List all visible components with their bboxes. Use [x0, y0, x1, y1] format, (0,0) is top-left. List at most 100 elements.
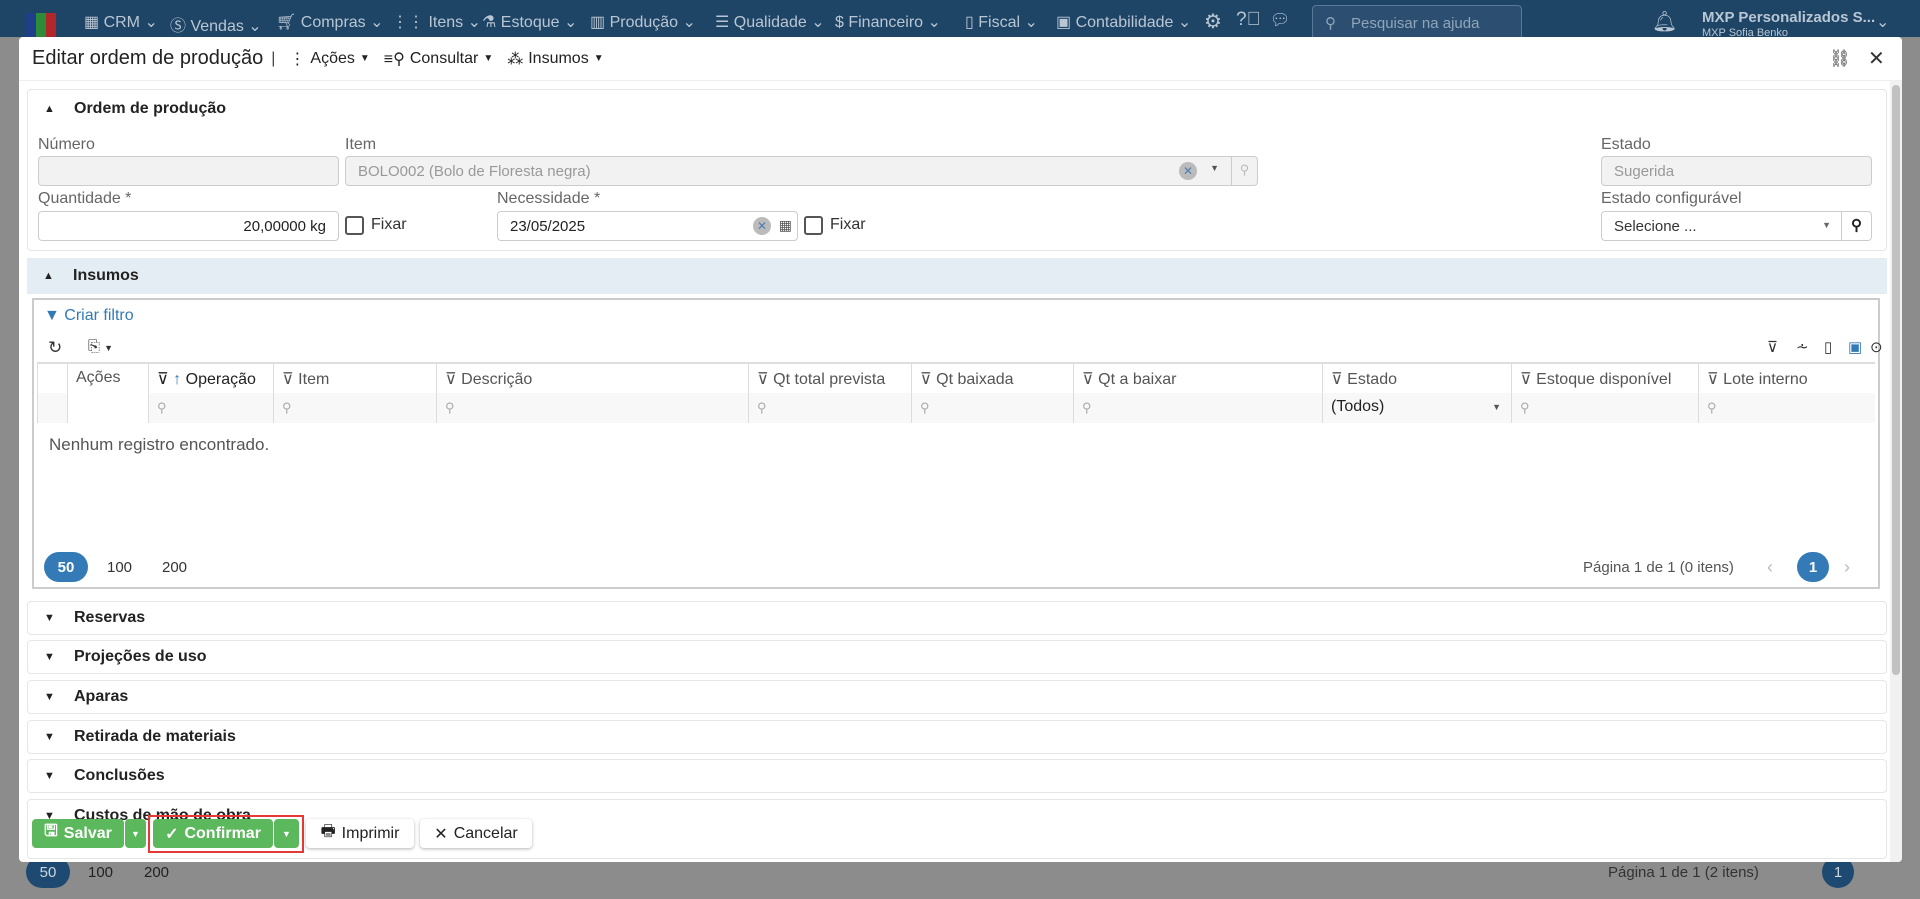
filter-icon[interactable]: ⊽: [1331, 371, 1343, 388]
check-icon: ✓: [165, 825, 179, 843]
refresh-icon[interactable]: ↻: [48, 338, 62, 358]
bg-page-size-100: 100: [88, 864, 114, 881]
caret-down-icon[interactable]: ▼: [1210, 163, 1219, 173]
page-size-100[interactable]: 100: [107, 559, 132, 576]
bell-icon[interactable]: 🔔︎: [1652, 9, 1677, 34]
select-column: [37, 363, 67, 393]
save-layout-icon[interactable]: ▣: [1848, 338, 1862, 356]
filter-icon[interactable]: ⊽: [1082, 371, 1094, 388]
filter-icon[interactable]: ⊽: [1520, 371, 1532, 388]
app-logo[interactable]: [26, 13, 56, 37]
close-icon[interactable]: ✕: [1868, 46, 1885, 71]
quantidade-label: Quantidade *: [38, 190, 132, 207]
filter-icon[interactable]: ⊽: [1707, 371, 1719, 388]
gear-icon[interactable]: ⚙: [1204, 9, 1222, 34]
col-estado[interactable]: ⊽ Estado: [1322, 363, 1511, 393]
remove-filter-icon[interactable]: ⩪: [1796, 338, 1809, 356]
menu-consultar[interactable]: ≡⚲ Consultar ▼: [384, 49, 493, 69]
page-size-200[interactable]: 200: [162, 559, 187, 576]
section-header-insumos[interactable]: ▲ Insumos: [27, 258, 1887, 294]
section-header-ordem[interactable]: ▲ Ordem de produção: [28, 90, 1886, 128]
save-button[interactable]: 🖫 Salvar: [32, 819, 124, 848]
filter-icon[interactable]: ⊽: [757, 371, 769, 388]
page-size-50[interactable]: 50: [44, 552, 88, 582]
filter-icon[interactable]: ⊽: [157, 371, 169, 388]
filter-operacao-input[interactable]: ⚲: [148, 393, 273, 423]
section-reservas[interactable]: ▼ Reservas: [27, 601, 1887, 635]
current-page[interactable]: 1: [1797, 552, 1829, 582]
necessidade-date-field[interactable]: 23/05/2025 ✕ ▦: [497, 211, 798, 241]
col-descricao[interactable]: ⊽ Descrição: [436, 363, 748, 393]
item-label: Item: [345, 136, 377, 153]
col-operacao[interactable]: ⊽ ↑ Operação: [148, 363, 273, 393]
menu-insumos[interactable]: ⁂ Insumos ▼: [507, 49, 603, 69]
chat-icon[interactable]: 💬︎: [1270, 10, 1290, 30]
columns-icon[interactable]: ▯: [1824, 338, 1832, 356]
filter-qt-a-baixar-input[interactable]: ⚲: [1073, 393, 1322, 423]
section-conclusoes[interactable]: ▼ Conclusões: [27, 759, 1887, 793]
cancel-button[interactable]: ✕ Cancelar: [420, 819, 532, 848]
nav-fiscal[interactable]: ▯ Fiscal ⌄: [965, 12, 1038, 32]
restore-layout-icon[interactable]: ⊙: [1870, 338, 1883, 356]
estado-label: Estado: [1601, 136, 1651, 153]
quantidade-field[interactable]: 20,00000 kg: [38, 211, 339, 241]
next-page-icon[interactable]: ›: [1844, 557, 1850, 578]
print-button[interactable]: 🖶 Imprimir: [306, 819, 414, 848]
numero-field[interactable]: [38, 156, 339, 186]
nav-producao[interactable]: ▥ Produção ⌄: [590, 12, 696, 32]
search-icon[interactable]: ⚲: [1841, 212, 1871, 240]
top-navbar: ▦ CRM ⌄ Ⓢ Vendas ⌄ 🛒︎ Compras ⌄ ⋮⋮ Itens…: [0, 0, 1920, 41]
filter-descricao-input[interactable]: ⚲: [436, 393, 748, 423]
nav-financeiro[interactable]: $ Financeiro ⌄: [835, 12, 941, 32]
search-icon[interactable]: ⚲: [1231, 157, 1257, 185]
clear-filter-icon[interactable]: ⊽: [1767, 338, 1778, 356]
section-projecoes-de-uso[interactable]: ▼ Projeções de uso: [27, 640, 1887, 674]
nav-vendas[interactable]: Ⓢ Vendas ⌄: [170, 12, 262, 36]
filter-qt-total-input[interactable]: ⚲: [748, 393, 911, 423]
save-dropdown-button[interactable]: ▼: [125, 819, 146, 848]
link-icon[interactable]: ⛓: [1829, 49, 1851, 69]
prev-page-icon[interactable]: ‹: [1767, 557, 1773, 578]
clear-icon[interactable]: ✕: [753, 217, 771, 235]
clear-icon[interactable]: ✕: [1179, 162, 1197, 180]
filter-item-input[interactable]: ⚲: [273, 393, 436, 423]
create-filter-link[interactable]: ▼ Criar filtro: [44, 307, 134, 325]
col-item[interactable]: ⊽ Item: [273, 363, 436, 393]
nav-itens[interactable]: ⋮⋮ Itens ⌄: [392, 12, 481, 32]
menu-acoes[interactable]: ⋮ Ações ▼: [289, 49, 369, 69]
calendar-icon[interactable]: ▦: [779, 217, 792, 234]
export-icon[interactable]: ⎘ ▼: [88, 338, 113, 355]
col-estoque-disponivel[interactable]: ⊽ Estoque disponível: [1511, 363, 1698, 393]
nav-contabilidade[interactable]: ▣ Contabilidade ⌄: [1056, 12, 1191, 32]
filter-icon[interactable]: ⊽: [282, 371, 294, 388]
chevron-down-icon[interactable]: ⌄: [1876, 12, 1889, 32]
fixar-necessidade-checkbox[interactable]: [804, 216, 823, 235]
section-aparas[interactable]: ▼ Aparas: [27, 680, 1887, 714]
nav-compras[interactable]: 🛒︎ Compras ⌄: [276, 12, 384, 32]
nav-crm[interactable]: ▦ CRM ⌄: [84, 12, 158, 32]
confirm-button[interactable]: ✓ Confirmar: [153, 819, 273, 848]
col-lote-interno[interactable]: ⊽ Lote interno: [1698, 363, 1875, 393]
filter-icon[interactable]: ⊽: [445, 371, 457, 388]
filter-icon[interactable]: ⊽: [920, 371, 932, 388]
caret-down-icon: ▼: [1822, 220, 1831, 230]
col-qt-a-baixar[interactable]: ⊽ Qt a baixar: [1073, 363, 1322, 393]
filter-estoque-input[interactable]: ⚲: [1511, 393, 1698, 423]
chevron-down-icon: ▼: [44, 612, 55, 624]
col-qt-baixada[interactable]: ⊽ Qt baixada: [911, 363, 1073, 393]
help-search-input[interactable]: ⚲ Pesquisar na ajuda: [1312, 5, 1522, 41]
help-icon[interactable]: ?⃝: [1236, 9, 1261, 31]
scrollbar[interactable]: [1890, 81, 1902, 862]
filter-lote-input[interactable]: ⚲: [1698, 393, 1875, 423]
filter-qt-baixada-input[interactable]: ⚲: [911, 393, 1073, 423]
col-qt-total-prevista[interactable]: ⊽ Qt total prevista: [748, 363, 911, 393]
company-name[interactable]: MXP Personalizados S...: [1702, 9, 1875, 26]
fixar-quantidade-checkbox[interactable]: [345, 216, 364, 235]
nav-estoque[interactable]: ⚗ Estoque ⌄: [482, 12, 577, 32]
item-field[interactable]: BOLO002 (Bolo de Floresta negra) ✕ ▼ ⚲: [345, 156, 1258, 186]
confirm-dropdown-button[interactable]: ▼: [274, 819, 299, 848]
section-retirada-de-materiais[interactable]: ▼ Retirada de materiais: [27, 720, 1887, 754]
nav-qualidade[interactable]: ☰ Qualidade ⌄: [715, 12, 825, 32]
estado-configuravel-select[interactable]: Selecione ... ▼ ⚲: [1601, 211, 1872, 241]
filter-estado-select[interactable]: (Todos) ▼: [1322, 393, 1511, 423]
